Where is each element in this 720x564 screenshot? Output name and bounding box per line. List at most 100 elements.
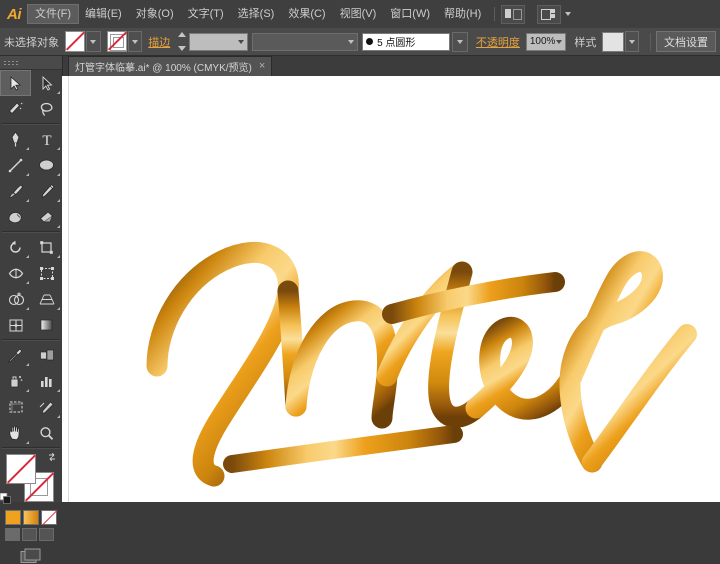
blend-tool[interactable] xyxy=(31,342,62,368)
opacity-input[interactable]: 100% xyxy=(526,33,567,51)
pen-tool[interactable] xyxy=(0,126,31,152)
gradient-mode-button[interactable] xyxy=(23,510,39,525)
flyout-arrow-icon xyxy=(26,307,29,310)
close-icon[interactable]: × xyxy=(259,61,265,72)
default-fill-stroke-icon[interactable] xyxy=(0,493,11,504)
ellipse-tool[interactable] xyxy=(31,152,62,178)
blob-brush-tool[interactable] xyxy=(0,204,31,230)
menu-item-6[interactable]: 视图(V) xyxy=(333,5,384,23)
app-logo: Ai xyxy=(0,0,28,28)
rotate-tool[interactable] xyxy=(0,234,31,260)
gradient-tool[interactable] xyxy=(31,312,62,338)
hand-tool[interactable] xyxy=(0,420,31,446)
flyout-arrow-icon xyxy=(26,199,29,202)
workspace-switcher-icon[interactable] xyxy=(537,5,561,24)
type-tool[interactable]: T xyxy=(31,126,62,152)
stepper-up-icon xyxy=(178,32,186,37)
tool-group-selection xyxy=(0,70,62,122)
fill-stroke-controls xyxy=(0,452,62,508)
flyout-arrow-icon xyxy=(57,199,60,202)
perspective-grid-tool[interactable] xyxy=(31,286,62,312)
scale-tool[interactable] xyxy=(31,234,62,260)
slice-tool[interactable] xyxy=(31,394,62,420)
color-mode-buttons xyxy=(0,508,62,525)
fullscreen-menubar-mode[interactable] xyxy=(22,528,37,541)
fill-swatch-dropdown[interactable] xyxy=(86,31,100,52)
artwork-inter-lettering[interactable] xyxy=(62,76,720,502)
flyout-arrow-icon xyxy=(26,441,29,444)
opacity-value: 100% xyxy=(530,36,556,47)
chevron-down-icon xyxy=(457,40,463,44)
flyout-arrow-icon xyxy=(26,281,29,284)
flyout-arrow-icon xyxy=(57,147,60,150)
stroke-weight-stepper[interactable] xyxy=(176,32,187,51)
change-screen-mode-button[interactable] xyxy=(0,541,62,564)
menu-item-0[interactable]: 文件(F) xyxy=(28,5,78,23)
fill-swatch-button[interactable] xyxy=(65,31,85,52)
panel-drag-handle[interactable] xyxy=(0,56,62,70)
chevron-down-icon[interactable] xyxy=(565,12,571,16)
normal-screen-mode[interactable] xyxy=(5,528,20,541)
width-tool[interactable] xyxy=(0,260,31,286)
stroke-swatch-button[interactable] xyxy=(107,31,127,52)
arrange-documents-icon[interactable] xyxy=(501,5,525,24)
flyout-arrow-icon xyxy=(57,91,60,94)
swap-fill-stroke-icon[interactable] xyxy=(47,452,57,462)
menu-item-2[interactable]: 对象(O) xyxy=(129,5,181,23)
chevron-down-icon xyxy=(556,40,562,44)
direct-selection-tool[interactable] xyxy=(31,70,62,96)
menu-item-1[interactable]: 编辑(E) xyxy=(78,5,129,23)
graphic-style-dropdown[interactable] xyxy=(625,31,639,52)
menu-item-4[interactable]: 选择(S) xyxy=(231,5,282,23)
eraser-tool[interactable] xyxy=(31,204,62,230)
menu-item-8[interactable]: 帮助(H) xyxy=(437,5,488,23)
flyout-arrow-icon xyxy=(26,255,29,258)
artboard-tool[interactable] xyxy=(0,394,31,420)
screen-mode-icon xyxy=(20,548,42,564)
menu-item-7[interactable]: 窗口(W) xyxy=(383,5,437,23)
pencil-tool[interactable] xyxy=(31,178,62,204)
tool-group-misc xyxy=(0,342,62,446)
flyout-arrow-icon xyxy=(26,173,29,176)
stroke-swatch-dropdown[interactable] xyxy=(128,31,142,52)
grip-dots-icon xyxy=(3,60,19,65)
document-canvas[interactable] xyxy=(62,76,720,502)
menu-item-3[interactable]: 文字(T) xyxy=(181,5,231,23)
brush-preview-icon xyxy=(366,38,373,45)
line-segment-tool[interactable] xyxy=(0,152,31,178)
flyout-arrow-icon xyxy=(57,415,60,418)
color-mode-button[interactable] xyxy=(5,510,21,525)
paintbrush-tool[interactable] xyxy=(0,178,31,204)
eyedropper-tool[interactable] xyxy=(0,342,31,368)
flyout-arrow-icon xyxy=(57,389,60,392)
chevron-down-icon xyxy=(132,40,138,44)
graphic-style-swatch[interactable] xyxy=(602,32,623,52)
lasso-tool[interactable] xyxy=(31,96,62,122)
shape-builder-tool[interactable] xyxy=(0,286,31,312)
menu-item-5[interactable]: 效果(C) xyxy=(281,5,332,23)
fill-indicator[interactable] xyxy=(6,454,36,484)
tool-group-drawing: T xyxy=(0,126,62,230)
opacity-label[interactable]: 不透明度 xyxy=(476,34,520,50)
tool-divider xyxy=(2,123,60,125)
none-mode-button[interactable] xyxy=(41,510,57,525)
flyout-arrow-icon xyxy=(26,389,29,392)
magic-wand-tool[interactable] xyxy=(0,96,31,122)
document-tab[interactable]: 灯管字体临摹.ai* @ 100% (CMYK/预览) × xyxy=(68,56,272,76)
mesh-tool[interactable] xyxy=(0,312,31,338)
stroke-weight-input[interactable] xyxy=(189,33,249,51)
symbol-sprayer-tool[interactable] xyxy=(0,368,31,394)
none-slash-icon xyxy=(7,455,36,484)
stroke-weight-label[interactable]: 描边 xyxy=(148,34,170,50)
tools-panel: T xyxy=(0,56,63,502)
style-label: 样式 xyxy=(574,34,596,50)
fullscreen-mode[interactable] xyxy=(39,528,54,541)
brush-definition-dropdown[interactable] xyxy=(452,32,467,52)
zoom-tool[interactable] xyxy=(31,420,62,446)
variable-width-profile-select[interactable] xyxy=(252,33,358,51)
free-transform-tool[interactable] xyxy=(31,260,62,286)
document-setup-button[interactable]: 文档设置 xyxy=(656,31,716,52)
column-graph-tool[interactable] xyxy=(31,368,62,394)
selection-tool[interactable] xyxy=(0,70,31,96)
brush-definition-select[interactable]: 5 点圆形 xyxy=(362,33,450,51)
